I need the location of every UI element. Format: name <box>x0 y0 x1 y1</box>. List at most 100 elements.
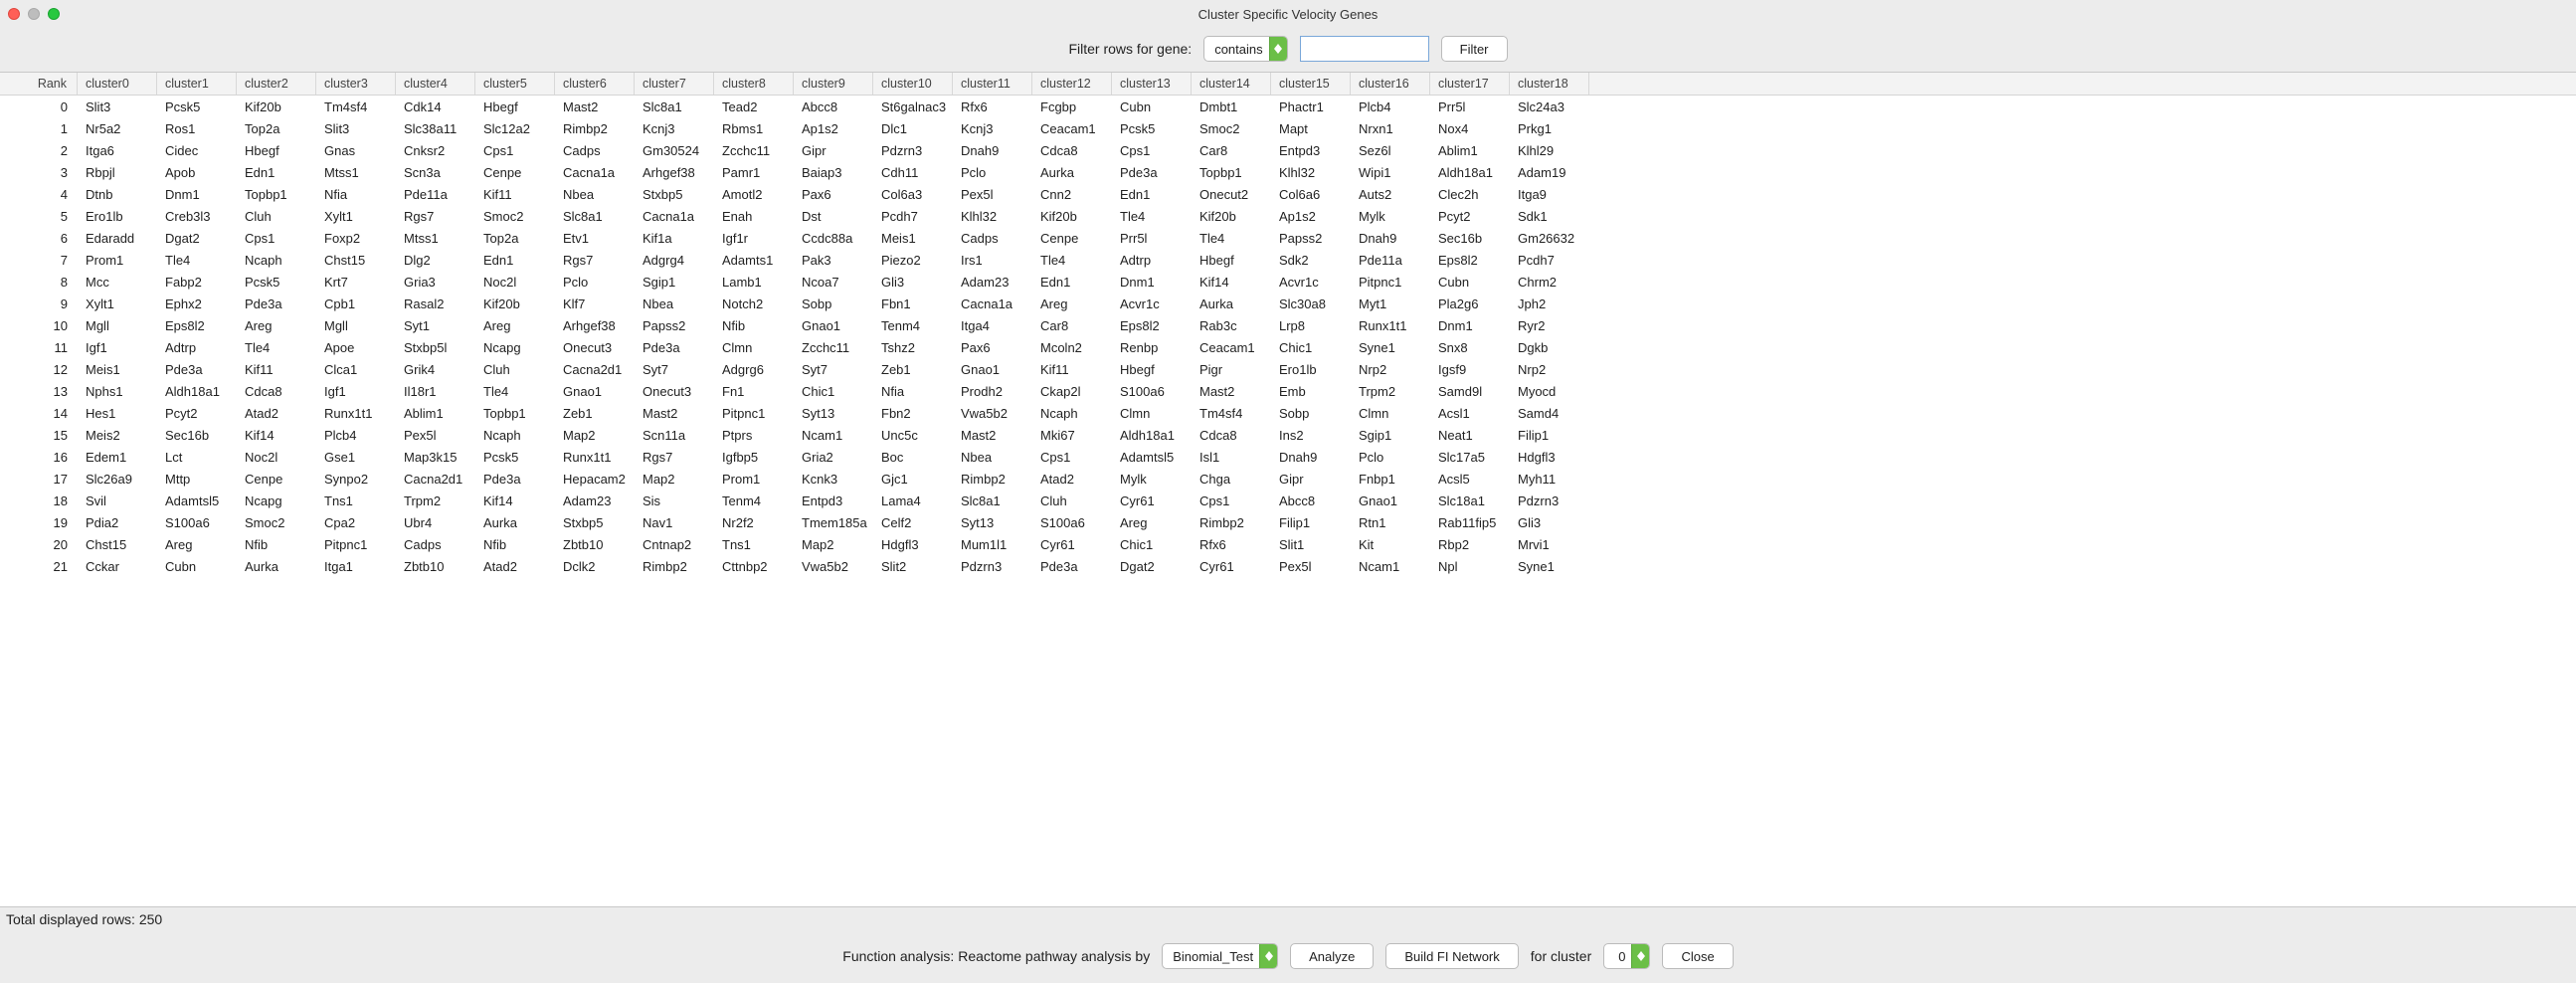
gene-cell: Rtn1 <box>1351 511 1430 533</box>
table-row[interactable]: 16Edem1LctNoc2lGse1Map3k15Pcsk5Runx1t1Rg… <box>0 446 2576 468</box>
gene-cell: Chic1 <box>794 380 873 402</box>
gene-cell: Klhl32 <box>953 205 1032 227</box>
column-header[interactable]: Rank <box>0 73 78 95</box>
column-header[interactable]: cluster15 <box>1271 73 1351 95</box>
filter-mode-select[interactable]: contains <box>1203 36 1287 62</box>
gene-cell: Cenpe <box>1032 227 1112 249</box>
column-header[interactable]: cluster10 <box>873 73 953 95</box>
build-fi-network-button[interactable]: Build FI Network <box>1385 943 1518 969</box>
gene-cell: Chic1 <box>1271 336 1351 358</box>
gene-cell: Pcdh7 <box>873 205 953 227</box>
gene-cell: Gli3 <box>1510 511 1589 533</box>
gene-cell: Runx1t1 <box>316 402 396 424</box>
gene-cell: Sec16b <box>1430 227 1510 249</box>
table-row[interactable]: 9Xylt1Ephx2Pde3aCpb1Rasal2Kif20bKlf7Nbea… <box>0 293 2576 314</box>
close-window-icon[interactable] <box>8 8 20 20</box>
gene-cell: St6galnac3 <box>873 96 953 117</box>
table-row[interactable]: 8MccFabp2Pcsk5Krt7Gria3Noc2lPcloSgip1Lam… <box>0 271 2576 293</box>
gene-cell: Tle4 <box>1192 227 1271 249</box>
table-row[interactable]: 2Itga6CidecHbegfGnasCnksr2Cps1CadpsGm305… <box>0 139 2576 161</box>
table-row[interactable]: 20Chst15AregNfibPitpnc1CadpsNfibZbtb10Cn… <box>0 533 2576 555</box>
test-select[interactable]: Binomial_Test <box>1162 943 1278 969</box>
table-row[interactable]: 11Igf1AdtrpTle4ApoeStxbp5lNcapgOnecut3Pd… <box>0 336 2576 358</box>
gene-cell: Syne1 <box>1351 336 1430 358</box>
table-body[interactable]: 0Slit3Pcsk5Kif20bTm4sf4Cdk14HbegfMast2Sl… <box>0 96 2576 906</box>
rank-cell: 3 <box>0 161 78 183</box>
gene-cell: Pak3 <box>794 249 873 271</box>
table-row[interactable]: 18SvilAdamtsl5NcapgTns1Trpm2Kif14Adam23S… <box>0 490 2576 511</box>
column-header[interactable]: cluster13 <box>1112 73 1192 95</box>
column-header[interactable]: cluster16 <box>1351 73 1430 95</box>
table-row[interactable]: 15Meis2Sec16bKif14Plcb4Pex5lNcaphMap2Scn… <box>0 424 2576 446</box>
column-header[interactable]: cluster6 <box>555 73 635 95</box>
gene-cell: Arhgef38 <box>555 314 635 336</box>
column-header[interactable]: cluster18 <box>1510 73 1589 95</box>
gene-cell: Slc12a2 <box>475 117 555 139</box>
gene-cell: Stxbp5l <box>396 336 475 358</box>
table-row[interactable]: 5Ero1lbCreb3l3CluhXylt1Rgs7Smoc2Slc8a1Ca… <box>0 205 2576 227</box>
table-row[interactable]: 12Meis1Pde3aKif11Clca1Grik4CluhCacna2d1S… <box>0 358 2576 380</box>
gene-cell: Igsf9 <box>1430 358 1510 380</box>
gene-cell: Vwa5b2 <box>794 555 873 577</box>
gene-cell: Pde3a <box>237 293 316 314</box>
rank-cell: 9 <box>0 293 78 314</box>
table-row[interactable]: 19Pdia2S100a6Smoc2Cpa2Ubr4AurkaStxbp5Nav… <box>0 511 2576 533</box>
column-header[interactable]: cluster2 <box>237 73 316 95</box>
analyze-button[interactable]: Analyze <box>1290 943 1374 969</box>
gene-cell: Sobp <box>1271 402 1351 424</box>
gene-cell: Cnksr2 <box>396 139 475 161</box>
rank-cell: 17 <box>0 468 78 490</box>
table-row[interactable]: 10MgllEps8l2AregMgllSyt1AregArhgef38Paps… <box>0 314 2576 336</box>
gene-cell: Igf1 <box>78 336 157 358</box>
gene-cell: Cckar <box>78 555 157 577</box>
chevron-updown-icon <box>1269 37 1287 61</box>
gene-cell: Clmn <box>1112 402 1192 424</box>
table-row[interactable]: 7Prom1Tle4NcaphChst15Dlg2Edn1Rgs7Adgrg4A… <box>0 249 2576 271</box>
gene-cell: Mcoln2 <box>1032 336 1112 358</box>
gene-cell: Tle4 <box>1112 205 1192 227</box>
maximize-window-icon[interactable] <box>48 8 60 20</box>
gene-cell: Slit3 <box>316 117 396 139</box>
table-row[interactable]: 0Slit3Pcsk5Kif20bTm4sf4Cdk14HbegfMast2Sl… <box>0 96 2576 117</box>
gene-cell: Tenm4 <box>873 314 953 336</box>
table-row[interactable]: 3RbpjlApobEdn1Mtss1Scn3aCenpeCacna1aArhg… <box>0 161 2576 183</box>
filter-button[interactable]: Filter <box>1441 36 1508 62</box>
close-button[interactable]: Close <box>1662 943 1733 969</box>
gene-cell: Top2a <box>475 227 555 249</box>
gene-cell: Dgkb <box>1510 336 1589 358</box>
gene-cell: Slc8a1 <box>953 490 1032 511</box>
table-row[interactable]: 14Hes1Pcyt2Atad2Runx1t1Ablim1Topbp1Zeb1M… <box>0 402 2576 424</box>
column-header[interactable]: cluster5 <box>475 73 555 95</box>
gene-cell: Slit3 <box>78 96 157 117</box>
gene-cell: Papss2 <box>635 314 714 336</box>
column-header[interactable]: cluster0 <box>78 73 157 95</box>
rank-cell: 18 <box>0 490 78 511</box>
column-header[interactable]: cluster1 <box>157 73 237 95</box>
gene-cell: Ptprs <box>714 424 794 446</box>
column-header[interactable]: cluster17 <box>1430 73 1510 95</box>
table-row[interactable]: 21CckarCubnAurkaItga1Zbtb10Atad2Dclk2Rim… <box>0 555 2576 577</box>
column-header[interactable]: cluster9 <box>794 73 873 95</box>
column-header[interactable]: cluster3 <box>316 73 396 95</box>
table-row[interactable]: 6EdaraddDgat2Cps1Foxp2Mtss1Top2aEtv1Kif1… <box>0 227 2576 249</box>
table-row[interactable]: 13Nphs1Aldh18a1Cdca8Igf1Il18r1Tle4Gnao1O… <box>0 380 2576 402</box>
rank-cell: 12 <box>0 358 78 380</box>
gene-cell: Rfx6 <box>953 96 1032 117</box>
gene-cell: Tle4 <box>157 249 237 271</box>
gene-cell: Pitpnc1 <box>714 402 794 424</box>
gene-cell: Gm30524 <box>635 139 714 161</box>
rank-cell: 19 <box>0 511 78 533</box>
column-header[interactable]: cluster11 <box>953 73 1032 95</box>
cluster-select[interactable]: 0 <box>1603 943 1650 969</box>
table-row[interactable]: 4DtnbDnm1Topbp1NfiaPde11aKif11NbeaStxbp5… <box>0 183 2576 205</box>
gene-cell: Sec16b <box>157 424 237 446</box>
table-row[interactable]: 1Nr5a2Ros1Top2aSlit3Slc38a11Slc12a2Rimbp… <box>0 117 2576 139</box>
column-header[interactable]: cluster8 <box>714 73 794 95</box>
column-header[interactable]: cluster14 <box>1192 73 1271 95</box>
filter-input[interactable] <box>1300 36 1429 62</box>
column-header[interactable]: cluster7 <box>635 73 714 95</box>
column-header[interactable]: cluster12 <box>1032 73 1112 95</box>
minimize-window-icon[interactable] <box>28 8 40 20</box>
table-row[interactable]: 17Slc26a9MttpCenpeSynpo2Cacna2d1Pde3aHep… <box>0 468 2576 490</box>
column-header[interactable]: cluster4 <box>396 73 475 95</box>
